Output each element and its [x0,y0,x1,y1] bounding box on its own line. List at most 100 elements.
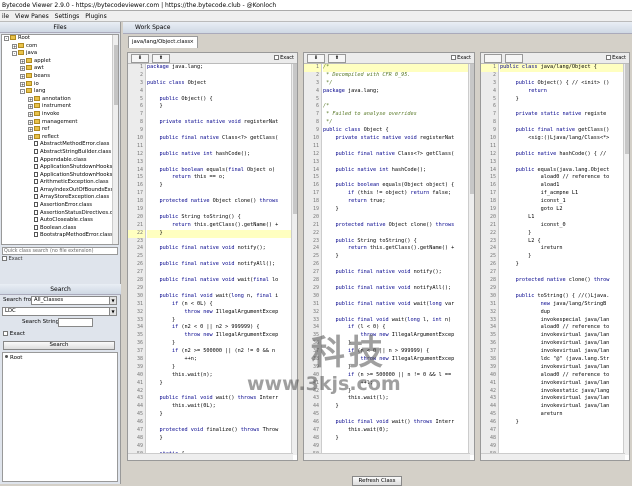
expand-icon[interactable]: + [28,127,33,133]
folder-icon [26,57,32,63]
code-line: } [147,103,163,110]
code-line: protected native clone() throw [515,277,610,284]
arrow-up-button[interactable] [505,54,523,63]
line-number: 6 [139,103,143,110]
line-number: 3 [492,79,496,86]
tree-node[interactable]: + awt [2,65,118,73]
tree-node[interactable]: - lang [2,88,118,96]
code-area[interactable]: public class java/lang/Object { public O… [500,64,625,459]
tree-node[interactable]: ArrayIndexOutOfBoundsExce [2,186,118,195]
line-number: 34 [489,324,496,331]
horizontal-scrollbar[interactable] [128,453,293,460]
tree-node[interactable]: Appendable.class [2,156,118,165]
tab-object-class[interactable]: java/lang/Object.class × [128,36,198,48]
expand-icon[interactable]: + [28,119,33,125]
search-button[interactable]: Search [3,341,115,350]
expand-icon[interactable]: + [12,43,17,49]
tree-node[interactable]: - Root [2,35,118,43]
scrollbar-thumb[interactable] [625,64,629,154]
expand-icon[interactable]: + [20,66,25,72]
expand-icon[interactable]: + [20,58,25,64]
arrow-down-button[interactable] [484,54,502,63]
collapse-icon[interactable]: - [4,36,9,41]
tree-node[interactable]: BootstrapMethodError.class [2,232,118,240]
horizontal-scrollbar[interactable] [304,453,470,460]
exact-checkbox[interactable] [606,55,612,60]
menu-settings[interactable]: Settings [53,13,82,20]
tree-node[interactable]: ApplicationShutdownHooks.c [2,171,118,180]
collapse-icon[interactable]: - [20,89,25,95]
tree-node[interactable]: AbstractMethodError.class [2,141,118,149]
tree-node[interactable]: AssertionStatusDirectives.c [2,209,118,218]
folder-icon [34,110,40,116]
menu-plugins[interactable]: Plugins [83,13,109,20]
expand-icon[interactable]: + [28,111,33,117]
quick-search-exact-checkbox[interactable] [2,256,7,261]
scrollbar-thumb[interactable] [293,64,297,214]
line-number: 30 [136,292,143,299]
menu-file[interactable]: ile [0,13,11,20]
quick-search-input[interactable]: Quick class search (no file extension) [2,247,118,255]
folder-icon [34,118,40,124]
search-result-item[interactable]: Root [5,355,115,361]
expand-icon[interactable]: + [28,96,33,102]
refresh-class-button[interactable]: Refresh Class [352,476,402,486]
file-tree-scrollbar[interactable] [112,35,118,244]
line-number: 13 [312,158,319,165]
line-number: 1 [481,64,498,72]
tree-node[interactable]: + management [2,118,118,127]
tree-node[interactable]: ApplicationShutdownHooks.c [2,164,118,172]
tree-node[interactable]: + reflect [2,133,118,142]
tree-node[interactable]: - java [2,50,118,58]
line-number: 40 [312,371,319,378]
code-line: invokevirtual java/lan [500,348,610,355]
search-results[interactable]: Root [2,352,118,482]
tree-node[interactable]: + io [2,80,118,89]
tree-node[interactable]: + beans [2,72,118,81]
tree-node[interactable]: AutoCloseable.class [2,217,118,225]
scrollbar-thumb[interactable] [470,64,474,194]
tree-node[interactable]: Boolean.class [2,224,118,233]
vertical-scrollbar[interactable] [623,64,629,455]
arrow-up-button[interactable]: ⬆ [328,54,346,63]
code-line: } [500,95,519,102]
tree-node[interactable]: + ref [2,126,118,134]
code-area[interactable]: package java.lang; public class Object pu… [147,64,293,459]
code-line: goto L2 [500,206,563,213]
line-number: 5 [492,95,496,102]
expand-icon[interactable]: + [20,73,25,79]
expand-icon[interactable]: + [28,134,33,140]
collapse-icon[interactable]: - [12,51,17,57]
tree-node[interactable]: + com [2,42,118,51]
tree-node[interactable]: + invoke [2,110,118,119]
tree-node[interactable]: + applet [2,57,118,66]
search-type-select[interactable]: LDC ▼ [2,307,117,316]
search-from-select[interactable]: All_Classes ▼ [31,296,117,305]
arrow-down-button[interactable]: ⬇ [307,54,325,63]
tree-node[interactable]: + annotation [2,95,118,104]
tree-node[interactable]: AbstractStringBuilder.class [2,148,118,157]
tree-node[interactable]: + instrument [2,103,118,111]
scrollbar-thumb[interactable] [114,45,118,105]
expand-icon[interactable]: + [20,81,25,87]
arrow-up-button[interactable]: ⬆ [152,54,170,63]
tree-node[interactable]: ArrayStoreException.class [2,194,118,202]
expand-icon[interactable]: + [28,104,33,110]
exact-checkbox[interactable] [451,55,457,60]
vertical-scrollbar[interactable] [468,64,474,455]
menu-view-panes[interactable]: View Panes [13,13,51,20]
tree-node[interactable]: AssertionError.class [2,202,118,210]
vertical-scrollbar[interactable] [291,64,297,455]
exact-checkbox[interactable] [274,55,280,60]
tree-node[interactable]: ArithmeticException.class [2,179,118,187]
arrow-down-button[interactable]: ⬇ [131,54,149,63]
file-tree[interactable]: - Root + com - java + applet + awt + beans + io - lang +… [1,34,119,245]
code-area[interactable]: /* * Decompiled with CFR 0_95. */package… [323,64,470,459]
line-number: 16 [136,182,143,189]
close-icon[interactable]: × [190,37,194,48]
horizontal-scrollbar[interactable] [481,453,625,460]
search-string-input[interactable] [58,318,93,327]
search-exact-checkbox[interactable] [3,331,8,336]
